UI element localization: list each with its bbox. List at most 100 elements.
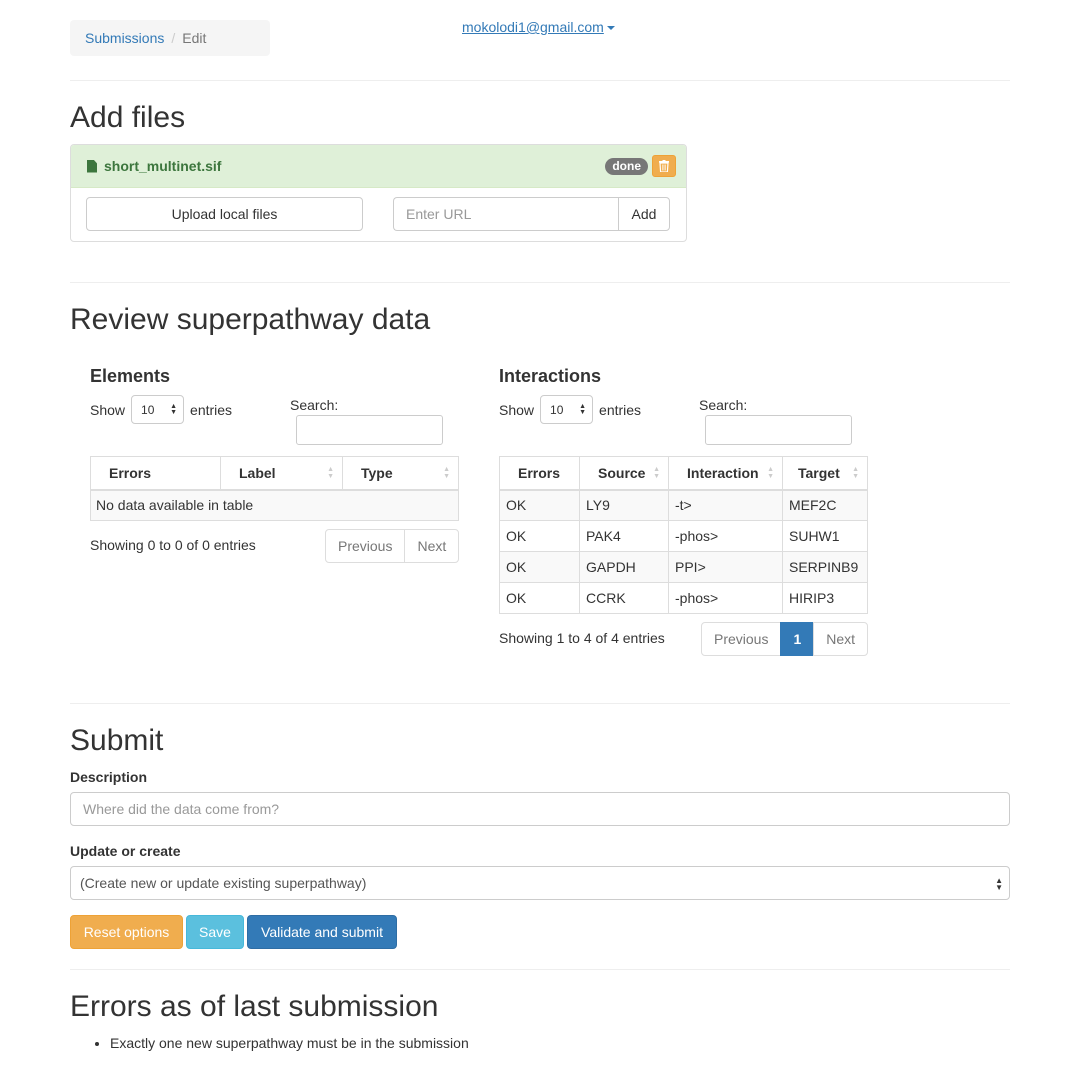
divider	[70, 80, 1010, 81]
selected-option: (Create new or update existing superpath…	[80, 875, 367, 891]
cell-errors: OK	[499, 489, 580, 521]
user-email: mokolodi1@gmail.com	[462, 19, 604, 35]
column-header-type[interactable]: Type ▲ ▼	[342, 456, 459, 491]
elements-info: Showing 0 to 0 of 0 entries	[90, 537, 256, 553]
interactions-page-1-button[interactable]: 1	[780, 622, 815, 656]
file-name-wrapper: short_multinet.sif	[87, 158, 221, 174]
show-label: Show	[499, 401, 535, 418]
url-input-group: Add	[393, 197, 670, 231]
errors-heading: Errors as of last submission	[70, 990, 439, 1023]
interactions-previous-button[interactable]: Previous	[701, 622, 782, 656]
interactions-title: Interactions	[499, 366, 602, 386]
file-icon	[87, 159, 97, 173]
select-arrows-icon: ▲ ▼	[579, 403, 587, 416]
elements-title: Elements	[90, 366, 171, 386]
column-header-interaction[interactable]: Interaction ▲ ▼	[668, 456, 783, 491]
validate-and-submit-button[interactable]: Validate and submit	[247, 915, 397, 949]
table-row: OK PAK4 -phos> SUHW1	[499, 520, 868, 552]
errors-list: Exactly one new superpathway must be in …	[70, 1035, 469, 1051]
column-header-label: Source	[598, 464, 646, 481]
elements-previous-button[interactable]: Previous	[325, 529, 406, 563]
update-or-create-label: Update or create	[70, 843, 181, 859]
divider	[70, 969, 1010, 970]
caret-down-icon	[606, 26, 615, 31]
empty-table-message: No data available in table	[90, 489, 459, 521]
reset-options-button[interactable]: Reset options	[70, 915, 183, 949]
file-actions: done	[605, 155, 676, 177]
column-header-target[interactable]: Target ▲ ▼	[782, 456, 868, 491]
breadcrumb-current: Edit	[182, 30, 207, 46]
table-row: OK GAPDH PPI> SERPINB9	[499, 551, 868, 583]
description-label: Description	[70, 769, 148, 785]
cell-target: HIRIP3	[782, 582, 868, 614]
cell-interaction: PPI>	[668, 551, 783, 583]
interactions-pagination: Previous 1 Next	[701, 622, 869, 656]
column-header-label: Errors	[518, 464, 561, 481]
column-header-label: Interaction	[687, 464, 759, 481]
select-arrows-icon: ▲ ▼	[170, 403, 178, 416]
file-status-badge: done	[605, 157, 648, 175]
interactions-next-button[interactable]: Next	[813, 622, 869, 656]
sort-icon: ▲ ▼	[852, 466, 859, 480]
breadcrumb-separator: /	[171, 30, 176, 46]
submit-heading: Submit	[70, 724, 164, 757]
elements-search-input[interactable]	[296, 415, 443, 445]
elements-page-length-select[interactable]: 10 ▲ ▼	[131, 395, 185, 424]
interactions-table: Errors Source ▲ ▼ Interaction ▲ ▼ Target ▲ ▼ O…	[499, 456, 868, 614]
trash-icon	[659, 160, 669, 172]
review-heading: Review superpathway data	[70, 303, 431, 336]
interactions-search-input[interactable]	[705, 415, 852, 445]
sort-icon: ▲ ▼	[443, 466, 450, 480]
cell-interaction: -phos>	[668, 520, 783, 552]
elements-pagination: Previous Next	[325, 529, 460, 563]
sort-icon: ▲ ▼	[653, 466, 660, 480]
cell-source: LY9	[579, 489, 669, 521]
sort-icon: ▲ ▼	[767, 466, 774, 480]
add-files-heading: Add files	[70, 101, 186, 134]
table-row: OK CCRK -phos> HIRIP3	[499, 582, 868, 614]
entries-label: entries	[599, 401, 642, 418]
uploaded-file-row: short_multinet.sif done	[71, 145, 686, 188]
column-header-label: Target	[798, 464, 840, 481]
select-arrows-icon: ▲ ▼	[995, 876, 1003, 892]
sort-icon: ▲ ▼	[327, 466, 334, 480]
files-panel: short_multinet.sif done Upload local fil…	[70, 144, 687, 242]
page-length-value: 10	[141, 402, 155, 417]
divider	[70, 703, 1010, 704]
entries-label: entries	[190, 401, 233, 418]
interactions-length-control: Show 10 ▲ ▼ entries	[499, 395, 641, 424]
column-header-errors[interactable]: Errors	[499, 456, 580, 491]
elements-search-label: Search:	[290, 397, 339, 413]
cell-target: MEF2C	[782, 489, 868, 521]
save-button[interactable]: Save	[186, 915, 244, 949]
column-header-label[interactable]: Label ▲ ▼	[220, 456, 343, 491]
divider	[70, 282, 1010, 283]
cell-source: CCRK	[579, 582, 669, 614]
file-name: short_multinet.sif	[104, 158, 222, 174]
elements-length-control: Show 10 ▲ ▼ entries	[90, 395, 232, 424]
interactions-page-length-select[interactable]: 10 ▲ ▼	[540, 395, 594, 424]
list-item: Exactly one new superpathway must be in …	[110, 1035, 469, 1051]
cell-target: SUHW1	[782, 520, 868, 552]
user-menu-dropdown[interactable]: mokolodi1@gmail.com	[462, 19, 615, 35]
url-input[interactable]	[393, 197, 618, 231]
cell-errors: OK	[499, 520, 580, 552]
delete-file-button[interactable]	[652, 155, 676, 177]
column-header-source[interactable]: Source ▲ ▼	[579, 456, 669, 491]
elements-next-button[interactable]: Next	[404, 529, 460, 563]
upload-local-files-button[interactable]: Upload local files	[86, 197, 363, 231]
interactions-search-label: Search:	[699, 397, 748, 413]
column-header-label: Type	[361, 464, 393, 481]
cell-errors: OK	[499, 551, 580, 583]
column-header-label: Label	[239, 464, 276, 481]
breadcrumb-submissions-link[interactable]: Submissions	[85, 30, 164, 46]
cell-errors: OK	[499, 582, 580, 614]
cell-target: SERPINB9	[782, 551, 868, 583]
add-url-button[interactable]: Add	[618, 197, 670, 231]
column-header-errors[interactable]: Errors	[90, 456, 221, 491]
table-row: No data available in table	[90, 489, 459, 521]
column-header-label: Errors	[109, 464, 152, 481]
update-or-create-select[interactable]: (Create new or update existing superpath…	[70, 866, 1010, 900]
description-input[interactable]	[70, 792, 1010, 826]
cell-interaction: -phos>	[668, 582, 783, 614]
